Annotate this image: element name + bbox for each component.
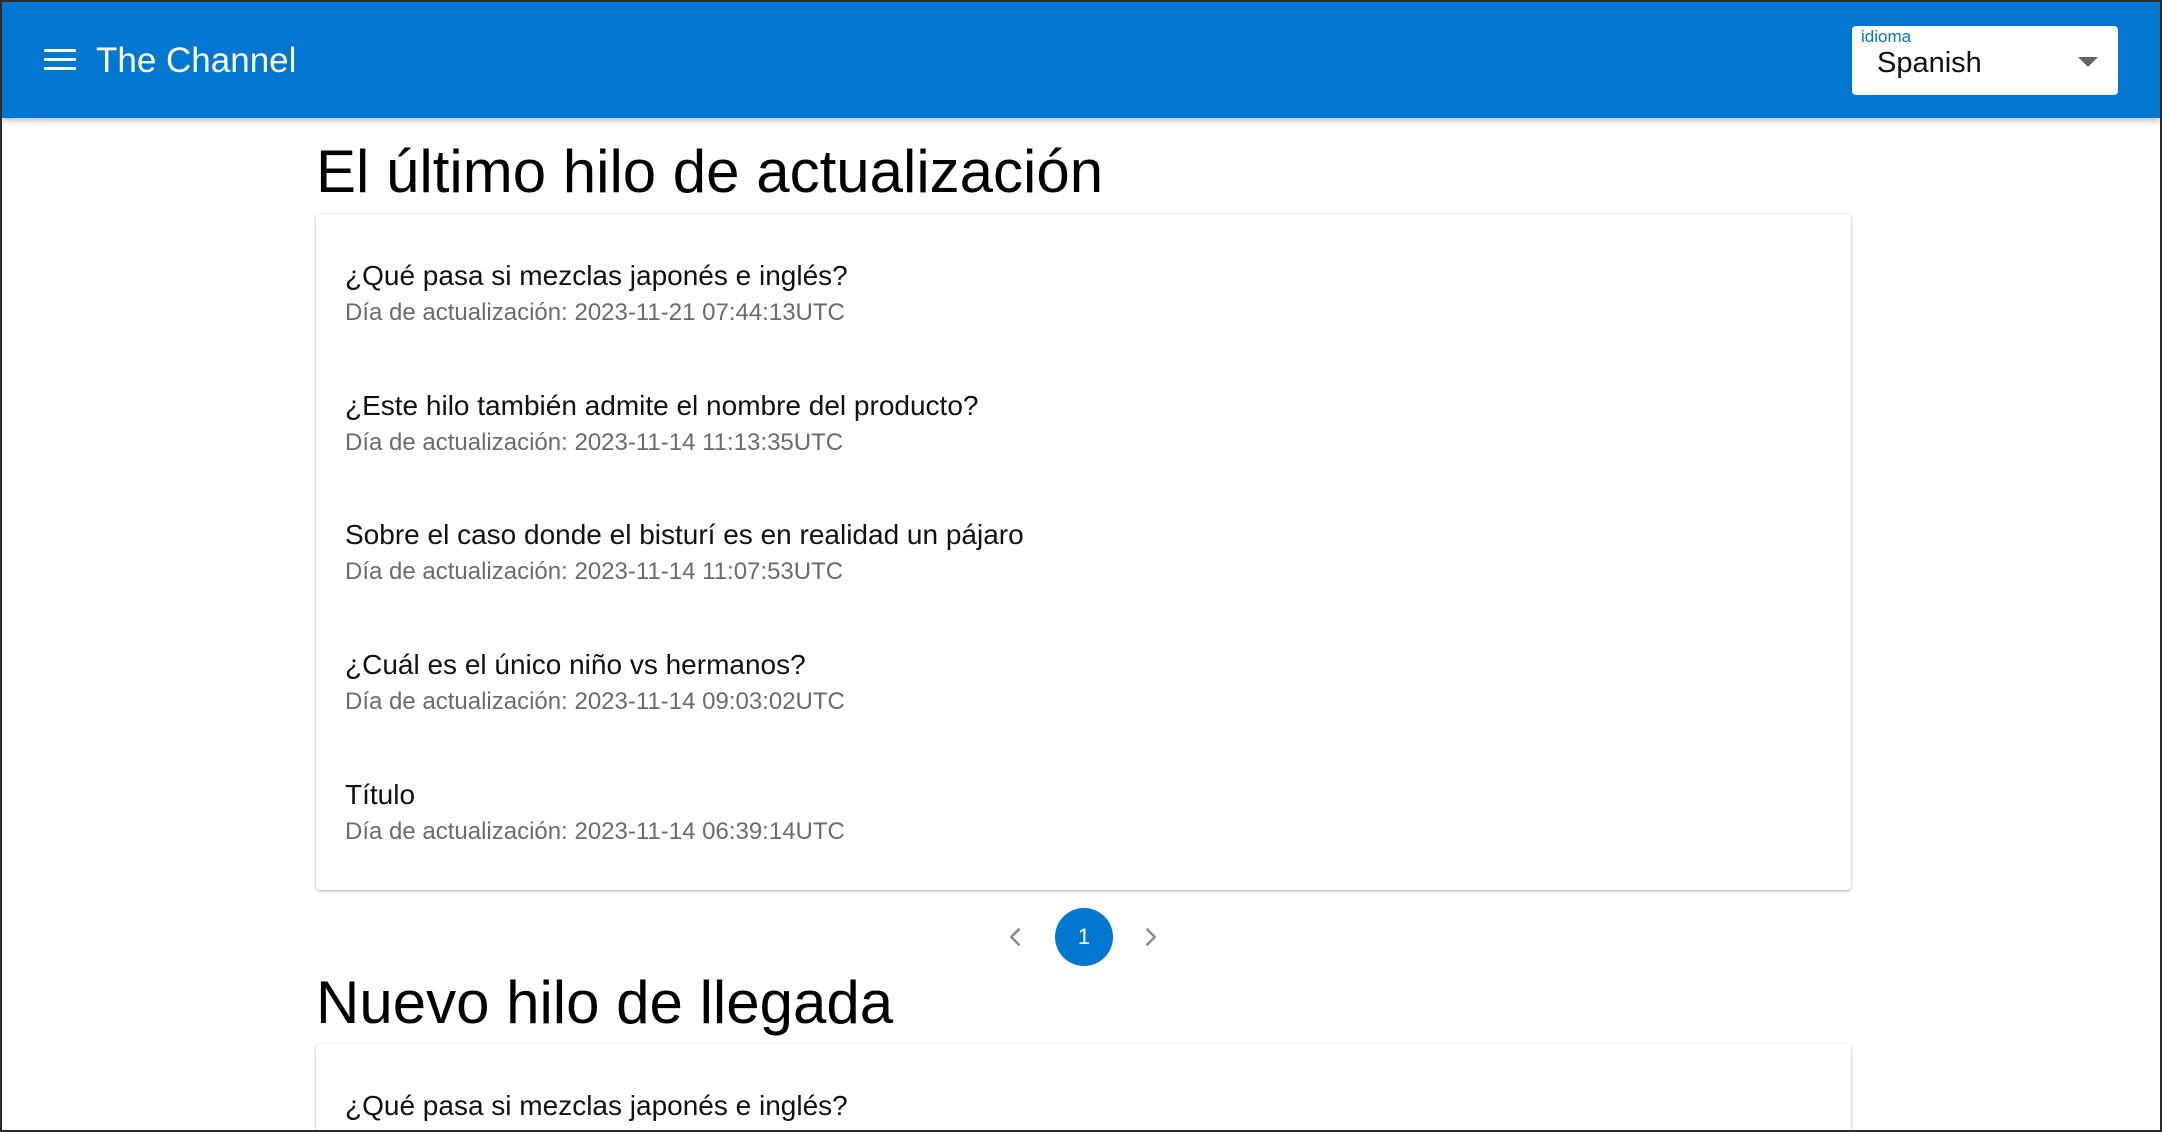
thread-title[interactable]: ¿Qué pasa si mezclas japonés e inglés? [345,1088,1745,1124]
thread-item[interactable]: ¿Este hilo también admite el nombre del … [345,388,1745,460]
thread-item[interactable]: Título Día de actualización: 2023-11-14 … [345,777,1745,849]
chevron-right-icon[interactable] [1136,922,1166,952]
page-button-current[interactable]: 1 [1055,908,1113,966]
thread-update-date: Día de actualización: 2023-11-14 11:13:3… [345,429,844,456]
pagination: 1 [2,908,2160,966]
arrow-drop-down-icon [2078,57,2098,67]
chevron-left-icon[interactable] [1000,922,1030,952]
app-title: The Channel [96,41,297,80]
thread-item[interactable]: ¿Qué pasa si mezclas japonés e inglés? D… [345,258,1745,330]
thread-item[interactable]: ¿Cuál es el único niño vs hermanos? Día … [345,647,1745,719]
thread-item[interactable]: ¿Qué pasa si mezclas japonés e inglés? [345,1088,1745,1124]
thread-title[interactable]: ¿Cuál es el único niño vs hermanos? [345,647,1745,683]
latest-section-title: El último hilo de actualización [316,138,1104,205]
app-bar: The Channel idioma Spanish [2,2,2160,118]
language-select-value: Spanish [1877,47,1982,79]
new-section-title: Nuevo hilo de llegada [316,969,894,1036]
thread-title[interactable]: ¿Qué pasa si mezclas japonés e inglés? [345,258,1745,294]
thread-update-date: Día de actualización: 2023-11-14 09:03:0… [345,688,845,715]
thread-item[interactable]: Sobre el caso donde el bisturí es en rea… [345,517,1745,589]
hamburger-menu-icon[interactable] [44,48,76,72]
language-select[interactable]: idioma Spanish [1852,26,2118,95]
thread-update-date: Día de actualización: 2023-11-14 06:39:1… [345,818,845,845]
thread-update-date: Día de actualización: 2023-11-14 11:07:5… [345,558,844,585]
thread-title[interactable]: Título [345,777,1745,813]
thread-update-date: Día de actualización: 2023-11-21 07:44:1… [345,299,845,326]
latest-thread-list: ¿Qué pasa si mezclas japonés e inglés? D… [316,214,1851,890]
thread-title[interactable]: ¿Este hilo también admite el nombre del … [345,388,1745,424]
thread-title[interactable]: Sobre el caso donde el bisturí es en rea… [345,517,1745,553]
app-window: The Channel idioma Spanish El último hil… [0,0,2162,1132]
new-thread-list: ¿Qué pasa si mezclas japonés e inglés? [316,1044,1851,1130]
